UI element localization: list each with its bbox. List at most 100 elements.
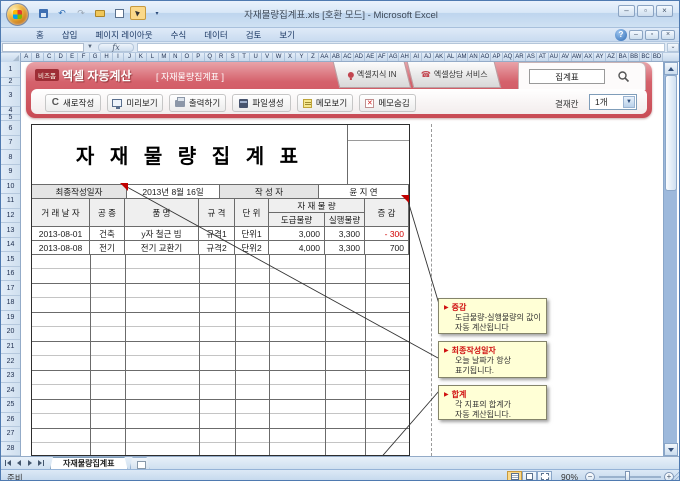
column-header[interactable]: AA	[319, 53, 331, 61]
row-header[interactable]: 27	[1, 427, 20, 442]
column-header[interactable]: AF	[377, 53, 388, 61]
column-header[interactable]: AM	[457, 53, 469, 61]
cell-work[interactable]: 전기	[90, 241, 125, 255]
column-header[interactable]: AY	[594, 53, 606, 61]
column-header[interactable]: AW	[572, 53, 583, 61]
column-header[interactable]: K	[136, 53, 148, 61]
prev-sheet-button[interactable]	[14, 458, 24, 468]
tab-excel-knowledge[interactable]: 엑셀지식 IN	[332, 62, 412, 88]
column-header[interactable]: AD	[354, 53, 366, 61]
row-header[interactable]: 6	[1, 121, 20, 136]
ribbon-tab[interactable]: 데이터	[195, 28, 236, 42]
row-header[interactable]: 14	[1, 238, 20, 253]
last-edit-date-label[interactable]: 최종작성일자	[32, 185, 127, 199]
normal-view-button[interactable]	[507, 471, 522, 480]
cell-spec[interactable]: 규격2	[199, 241, 235, 255]
cell-date[interactable]: 2013-08-01	[32, 227, 90, 241]
row-header[interactable]: 26	[1, 413, 20, 428]
column-header[interactable]: P	[193, 53, 205, 61]
insert-function-button[interactable]: fx	[98, 43, 134, 52]
row-header[interactable]: 25	[1, 398, 20, 413]
page-break-view-button[interactable]	[537, 471, 552, 480]
column-header[interactable]: AJ	[422, 53, 434, 61]
cell-item[interactable]: 전기 교환기	[125, 241, 199, 255]
select-all-corner[interactable]	[1, 53, 21, 62]
column-header[interactable]: L	[147, 53, 159, 61]
help-button[interactable]: ?	[615, 29, 627, 41]
row-header[interactable]: 8	[1, 150, 20, 165]
workbook-restore-button[interactable]: ▫	[645, 30, 659, 40]
header-date[interactable]: 거 래 날 자	[32, 199, 90, 227]
column-header[interactable]: G	[90, 53, 102, 61]
column-header[interactable]: AO	[480, 53, 492, 61]
row-header[interactable]: 28	[1, 442, 20, 456]
row-header[interactable]: 3	[1, 86, 20, 107]
insert-sheet-button[interactable]	[130, 457, 150, 469]
cell-actual-qty[interactable]: 3,300	[325, 241, 365, 255]
column-header[interactable]: F	[78, 53, 90, 61]
row-header[interactable]: 16	[1, 267, 20, 282]
row-header[interactable]: 17	[1, 281, 20, 297]
search-input[interactable]	[529, 69, 605, 84]
column-header[interactable]: AE	[365, 53, 377, 61]
cell-contract-qty[interactable]: 4,000	[269, 241, 325, 255]
column-header[interactable]: Q	[205, 53, 216, 61]
print-button[interactable]: 출력하기	[169, 94, 226, 112]
vertical-scrollbar[interactable]	[663, 62, 678, 456]
row-header[interactable]: 21	[1, 340, 20, 355]
column-header[interactable]: AR	[514, 53, 526, 61]
preview-button[interactable]: 미리보기	[107, 94, 163, 112]
formula-bar-expand-button[interactable]: ⌄	[667, 43, 679, 52]
name-box[interactable]	[2, 43, 84, 52]
column-header[interactable]: AK	[434, 53, 446, 61]
column-header[interactable]: BD	[652, 53, 664, 61]
column-header[interactable]: O	[182, 53, 194, 61]
row-header[interactable]: 24	[1, 383, 20, 398]
last-sheet-button[interactable]	[36, 458, 46, 468]
header-item-name[interactable]: 품 명	[125, 199, 199, 227]
ribbon-tab[interactable]: 삽입	[53, 28, 87, 42]
header-contract-qty[interactable]: 도급물량	[269, 213, 325, 227]
column-header[interactable]: AH	[399, 53, 411, 61]
column-header[interactable]: AU	[549, 53, 561, 61]
column-header[interactable]: X	[285, 53, 297, 61]
column-header[interactable]: AG	[388, 53, 400, 61]
scroll-down-button[interactable]	[664, 443, 678, 456]
zoom-level-label[interactable]: 90%	[561, 472, 578, 480]
row-header[interactable]: 1	[1, 62, 20, 78]
show-memo-button[interactable]: 메모보기	[297, 94, 353, 112]
ribbon-tab[interactable]: 검토	[237, 28, 271, 42]
column-header[interactable]: Z	[308, 53, 320, 61]
header-work-type[interactable]: 공 종	[90, 199, 125, 227]
next-sheet-button[interactable]	[25, 458, 35, 468]
zoom-slider-track[interactable]	[599, 476, 661, 478]
column-header[interactable]: E	[67, 53, 79, 61]
cell-diff[interactable]: 700	[365, 241, 409, 255]
row-header[interactable]: 15	[1, 252, 20, 267]
header-unit[interactable]: 단 위	[235, 199, 269, 227]
column-header[interactable]: AN	[468, 53, 480, 61]
close-button[interactable]: ×	[656, 5, 673, 17]
column-header[interactable]: D	[55, 53, 67, 61]
column-header[interactable]: V	[262, 53, 274, 61]
cell-item[interactable]: y자 철근 빔	[125, 227, 199, 241]
header-spec[interactable]: 규 격	[199, 199, 235, 227]
cell-work[interactable]: 건축	[90, 227, 125, 241]
cell-actual-qty[interactable]: 3,300	[325, 227, 365, 241]
column-header[interactable]: AB	[331, 53, 343, 61]
column-header[interactable]: AZ	[606, 53, 618, 61]
column-header[interactable]: U	[250, 53, 262, 61]
column-header[interactable]: B	[32, 53, 44, 61]
column-header[interactable]: AL	[445, 53, 457, 61]
first-sheet-button[interactable]	[3, 458, 13, 468]
column-header[interactable]: I	[113, 53, 125, 61]
workbook-minimize-button[interactable]: –	[629, 30, 643, 40]
page-layout-view-button[interactable]	[522, 471, 537, 480]
column-header[interactable]: J	[124, 53, 136, 61]
scroll-up-button[interactable]	[664, 62, 678, 75]
resize-grip[interactable]	[670, 471, 679, 480]
ribbon-tab[interactable]: 보기	[270, 28, 304, 42]
column-header[interactable]: AQ	[503, 53, 515, 61]
column-header[interactable]: BB	[629, 53, 641, 61]
row-header[interactable]: 13	[1, 223, 20, 238]
